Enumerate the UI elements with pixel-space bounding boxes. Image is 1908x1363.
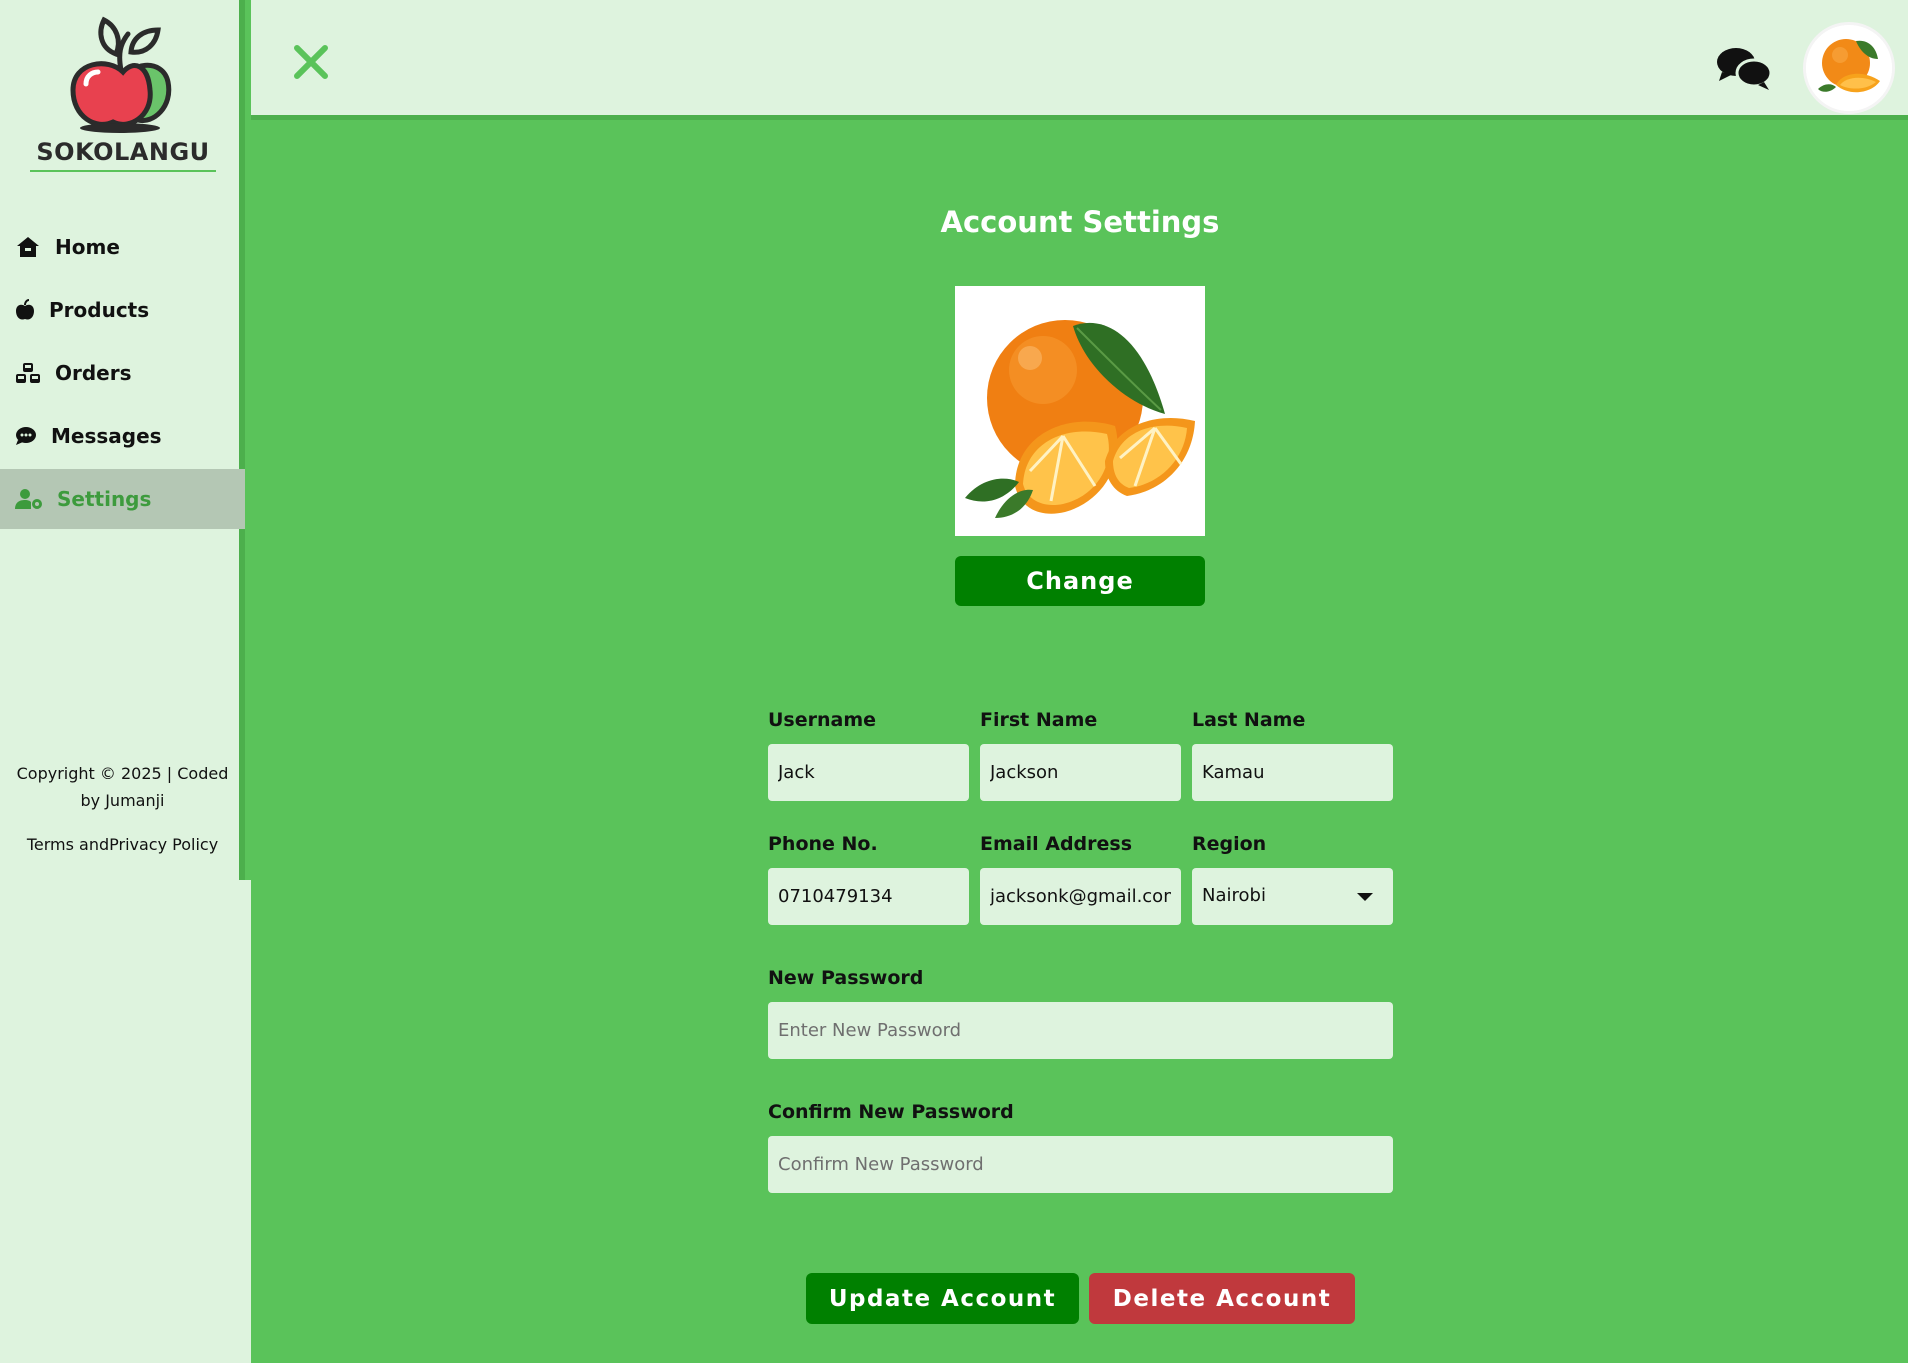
first-name-label: First Name	[980, 709, 1098, 731]
sidebar-item-orders[interactable]: Orders	[0, 343, 245, 403]
close-icon[interactable]	[291, 42, 331, 82]
new-password-label: New Password	[768, 967, 924, 989]
username-label: Username	[768, 709, 877, 731]
chevron-down-icon	[1357, 893, 1373, 901]
brand-name: SOKOLANGU	[36, 138, 210, 166]
phone-label: Phone No.	[768, 833, 878, 855]
sidebar-item-label: Messages	[51, 424, 162, 448]
region-select-value: Nairobi	[1202, 885, 1266, 906]
comment-icon	[15, 423, 37, 449]
confirm-password-input[interactable]	[768, 1136, 1393, 1193]
brand-underline	[30, 170, 216, 172]
region-select[interactable]: Nairobi	[1192, 868, 1393, 925]
new-password-input[interactable]	[768, 1002, 1393, 1059]
home-icon	[15, 234, 41, 260]
update-account-button[interactable]: Update Account	[806, 1273, 1079, 1324]
page-title: Account Settings	[940, 205, 1220, 239]
sidebar-item-label: Settings	[57, 487, 152, 511]
delete-account-button[interactable]: Delete Account	[1089, 1273, 1355, 1324]
comments-icon[interactable]	[1716, 45, 1773, 91]
change-photo-button[interactable]: Change	[955, 556, 1205, 606]
sidebar-item-label: Orders	[55, 361, 132, 385]
phone-input[interactable]	[768, 868, 969, 925]
apple-icon	[15, 297, 35, 323]
sidebar-item-home[interactable]: Home	[0, 217, 245, 277]
orange-avatar	[1806, 25, 1892, 111]
confirm-password-label: Confirm New Password	[768, 1101, 1014, 1123]
email-label: Email Address	[980, 833, 1133, 855]
terms-link[interactable]: Terms andPrivacy Policy	[10, 835, 235, 854]
email-input[interactable]	[980, 868, 1181, 925]
user-gear-icon	[15, 486, 43, 512]
sidebar-item-messages[interactable]: Messages	[0, 406, 245, 466]
sidebar: SOKOLANGU Home Products Orders Messages …	[0, 0, 245, 880]
brand-logo[interactable]: SOKOLANGU	[28, 12, 218, 174]
apple-logo-icon	[70, 16, 172, 133]
orange-image	[955, 286, 1205, 536]
last-name-label: Last Name	[1192, 709, 1306, 731]
cubes-icon	[15, 360, 41, 386]
sidebar-item-settings[interactable]: Settings	[0, 469, 245, 529]
username-input[interactable]	[768, 744, 969, 801]
last-name-input[interactable]	[1192, 744, 1393, 801]
first-name-input[interactable]	[980, 744, 1181, 801]
sidebar-background	[0, 880, 251, 1363]
sidebar-item-label: Home	[55, 235, 120, 259]
profile-image	[955, 286, 1205, 536]
topbar	[251, 0, 1908, 120]
sidebar-nav: Home Products Orders Messages Settings	[0, 217, 245, 532]
copyright-text: Copyright © 2025 | Coded by Jumanji	[16, 764, 229, 810]
user-avatar[interactable]	[1803, 22, 1895, 114]
sidebar-item-label: Products	[49, 298, 150, 322]
region-label: Region	[1192, 833, 1267, 855]
sidebar-item-products[interactable]: Products	[0, 280, 245, 340]
